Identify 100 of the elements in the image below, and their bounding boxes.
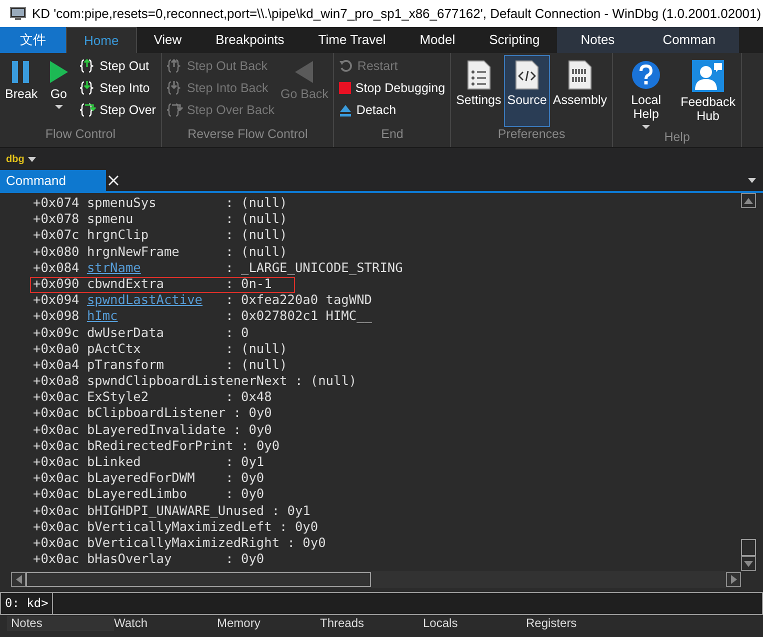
panel-tab[interactable]: Memory: [217, 616, 320, 631]
panel-tab[interactable]: Threads: [320, 616, 423, 631]
braces-arrow-icon: [166, 58, 183, 74]
braces-arrow-icon: [80, 80, 96, 96]
field-name: pActCtx: [86, 342, 142, 357]
panel-tab[interactable]: Watch: [114, 616, 217, 631]
field-value: : (null): [226, 358, 288, 373]
close-icon[interactable]: [108, 175, 119, 186]
group-label: End: [380, 127, 404, 143]
ribbon-button[interactable]: Step Over: [76, 99, 159, 121]
panel-tab[interactable]: Registers: [526, 616, 629, 631]
field-value: : 0y0: [226, 487, 264, 502]
ribbon-tab[interactable]: View: [136, 27, 199, 53]
ribbon-button[interactable]: Stop Debugging: [336, 77, 448, 99]
offset-text: +0x09c: [33, 326, 80, 340]
offset-text: +0x0ac: [33, 536, 80, 551]
field-value: : (null): [226, 228, 288, 244]
ribbon-tab[interactable]: Notes: [556, 27, 639, 53]
ribbon-button[interactable]: Assembly: [550, 55, 610, 127]
ribbon-button[interactable]: Break: [2, 55, 41, 127]
ribbon-button[interactable]: Feedback Hub: [677, 55, 740, 130]
braces-arrow-icon: [80, 102, 96, 118]
offset-text: +0x0a4: [33, 358, 80, 373]
ribbon-button[interactable]: Local Help: [615, 55, 678, 130]
field-name: bVerticallyMaximizedLeft: [86, 520, 272, 535]
field-link[interactable]: strName: [86, 262, 218, 276]
offset-text: +0x0a8: [33, 374, 80, 390]
field-name: bLayeredLimbo: [86, 488, 188, 503]
offset-text: +0x0ac: [33, 455, 80, 470]
ribbon-tab[interactable]: 文件: [0, 27, 66, 53]
scroll-up-icon[interactable]: [741, 193, 756, 208]
scroll-thumb[interactable]: [741, 539, 756, 556]
dropdown-icon[interactable]: [28, 156, 36, 162]
field-name: ExStyle2: [86, 391, 150, 406]
restart-icon: [339, 59, 354, 73]
app-icon: [10, 6, 26, 20]
field-name: bVerticallyMaximizedRight: [86, 536, 280, 552]
offset-text: +0x0ac: [33, 520, 80, 535]
offset-text: +0x07c: [33, 228, 80, 244]
scroll-right-icon[interactable]: [726, 572, 741, 587]
field-value: : 0y0: [287, 536, 326, 551]
field-value: : 0x027802c1 HIMC__: [226, 309, 372, 324]
field-name: bHIGHDPI_UNAWARE_Unused: [86, 504, 264, 519]
field-name: bHasOverlay: [86, 553, 173, 568]
field-value: : 0y0: [233, 406, 272, 422]
play-icon: [48, 60, 69, 84]
ribbon-tab[interactable]: Time Travel: [301, 27, 403, 53]
field-value: : (null): [226, 342, 288, 357]
panel-menu-icon[interactable]: [748, 178, 756, 183]
eject-icon: [339, 104, 352, 116]
panel-tab[interactable]: Command: [0, 170, 106, 191]
scroll-thumb[interactable]: [26, 572, 371, 587]
left-triangle-icon: [294, 60, 314, 84]
context-label[interactable]: dbg: [6, 154, 24, 164]
field-link[interactable]: spwndLastActive: [86, 294, 218, 308]
field-link[interactable]: hImc: [86, 310, 218, 325]
field-value: : 0y0: [226, 471, 264, 486]
group-label: Reverse Flow Control: [186, 127, 309, 143]
ribbon-tab[interactable]: Breakpoints: [198, 27, 302, 53]
offset-text: +0x078: [33, 212, 80, 228]
field-name: pTransform: [86, 358, 165, 374]
field-name: bLayeredInvalidate: [86, 424, 226, 438]
scroll-left-icon[interactable]: [11, 572, 26, 587]
offset-text: +0x098: [33, 309, 80, 324]
offset-text: +0x0ac: [33, 471, 80, 486]
field-value: : 0y1: [272, 504, 310, 519]
braces-arrow-icon: [80, 58, 96, 74]
field-value: : 0y0: [241, 438, 280, 454]
scroll-down-icon[interactable]: [741, 556, 756, 571]
field-name: dwUserData: [86, 326, 165, 341]
field-value: : (null): [226, 244, 288, 260]
ribbon-tab[interactable]: Model: [402, 27, 472, 53]
field-name: spmenuSys: [86, 197, 158, 212]
horizontal-scrollbar[interactable]: [11, 571, 741, 588]
offset-text: +0x074: [33, 196, 80, 211]
caret-icon: [642, 125, 650, 129]
help-icon: [631, 60, 662, 90]
person-icon: [692, 60, 724, 92]
ribbon-tab[interactable]: Home: [66, 27, 137, 53]
ribbon-button[interactable]: Source: [504, 55, 550, 127]
panel-tab[interactable]: Notes: [7, 616, 114, 631]
ribbon-tab[interactable]: Comman: [638, 27, 740, 53]
document-list-icon: [466, 60, 491, 90]
ribbon-button[interactable]: Go: [40, 55, 77, 127]
field-name: spmenu: [86, 213, 134, 228]
field-name: bLinked: [86, 456, 142, 470]
field-value: : _LARGE_UNICODE_STRING: [226, 260, 403, 276]
ribbon-button[interactable]: Detach: [336, 99, 448, 121]
ribbon-button[interactable]: Settings: [453, 55, 504, 127]
ribbon-button[interactable]: Step Out: [76, 55, 159, 77]
panel-tab[interactable]: Locals: [423, 616, 526, 631]
offset-text: +0x084: [33, 260, 80, 276]
field-name: hrgnNewFrame: [86, 246, 180, 260]
field-value: : (null): [294, 374, 357, 390]
ribbon-button[interactable]: Step Into: [76, 77, 159, 99]
offset-text: +0x0ac: [33, 438, 80, 454]
offset-text: +0x0ac: [33, 406, 80, 422]
ribbon-tab[interactable]: Scripting: [472, 27, 557, 53]
field-value: : 0x48: [226, 390, 272, 406]
field-name: bLayeredForDWM: [86, 472, 196, 486]
